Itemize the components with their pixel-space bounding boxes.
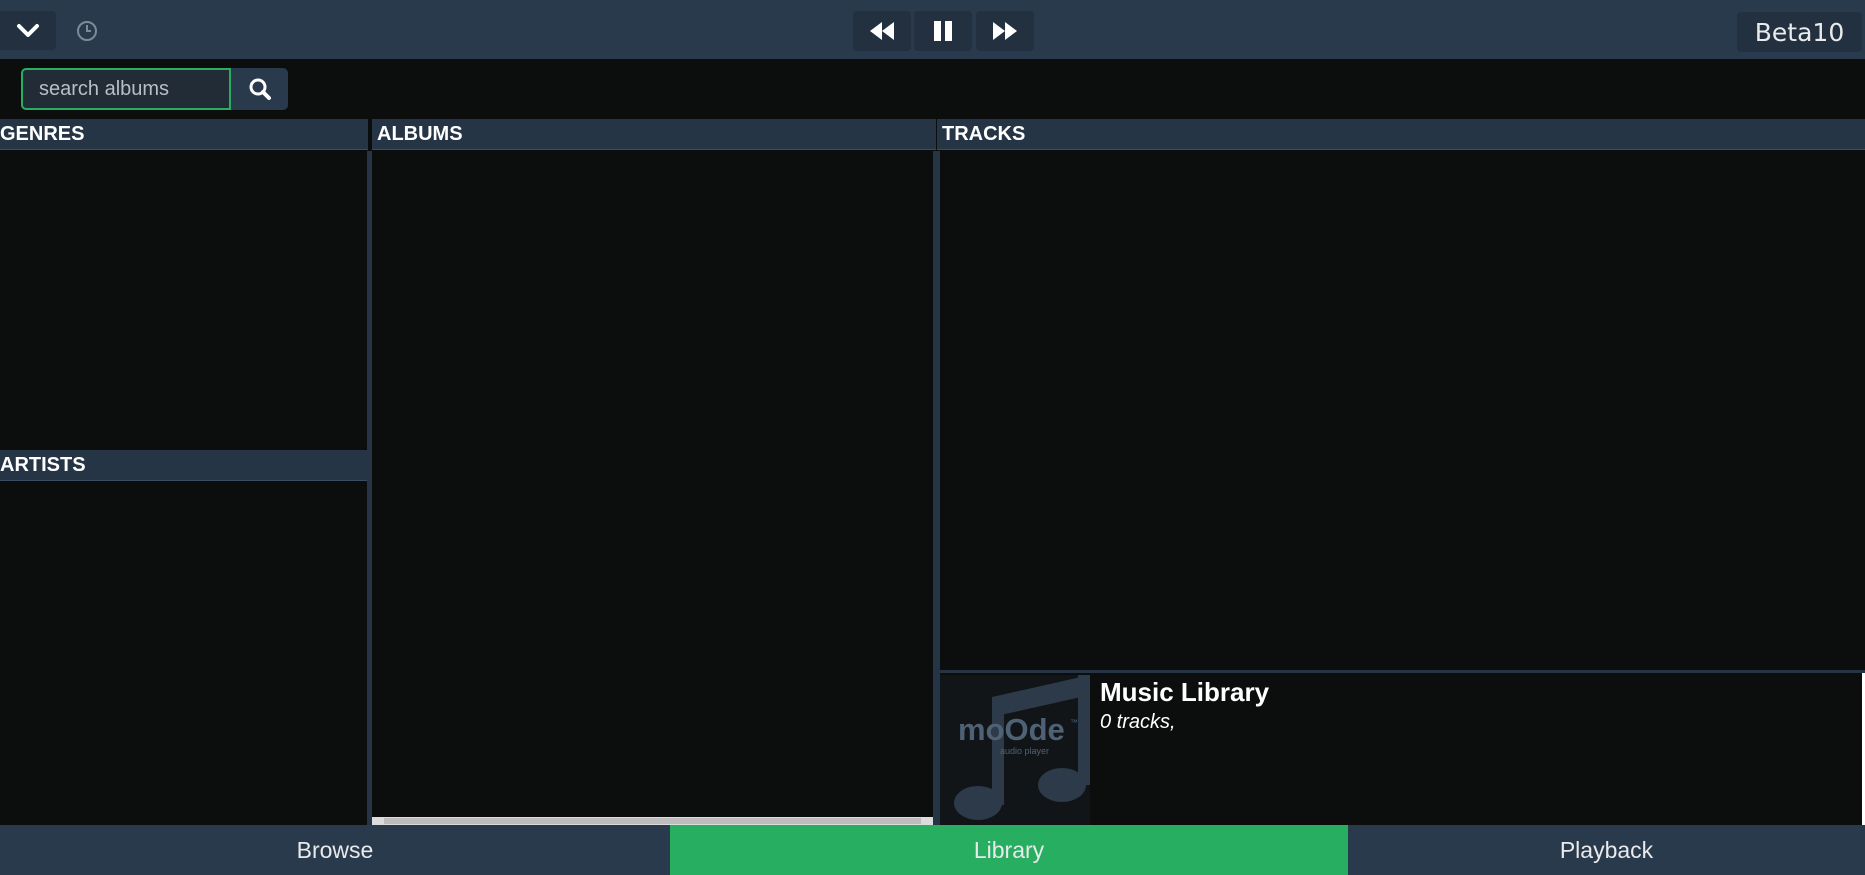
search-icon bbox=[249, 78, 271, 100]
artists-list[interactable] bbox=[0, 482, 367, 824]
chevron-down-icon bbox=[17, 23, 39, 37]
search-row bbox=[0, 59, 1865, 119]
tracks-header: TRACKS bbox=[937, 119, 1865, 150]
bottom-tab-bar: Browse Library Playback bbox=[0, 825, 1865, 875]
version-button[interactable]: Beta10 bbox=[1737, 12, 1862, 52]
artists-header: ARTISTS bbox=[0, 450, 368, 481]
top-menu-bar: Beta10 bbox=[0, 0, 1865, 59]
scrollbar-thumb[interactable] bbox=[384, 818, 921, 824]
logo-subtext: audio player bbox=[1000, 746, 1049, 756]
genres-header: GENRES bbox=[0, 119, 368, 150]
tab-browse[interactable]: Browse bbox=[0, 825, 670, 875]
albums-list[interactable] bbox=[372, 151, 933, 817]
library-title: Music Library bbox=[1100, 677, 1270, 707]
pause-button[interactable] bbox=[914, 11, 972, 51]
next-button[interactable] bbox=[976, 11, 1034, 51]
fast-forward-icon bbox=[993, 22, 1017, 40]
fast-backward-icon bbox=[870, 22, 894, 40]
pause-icon bbox=[934, 21, 952, 41]
search-button[interactable] bbox=[231, 68, 288, 110]
main-menu-button[interactable] bbox=[0, 11, 56, 50]
logo-trademark: ™ bbox=[1070, 718, 1078, 727]
column-divider bbox=[933, 151, 940, 825]
search-input[interactable] bbox=[21, 68, 231, 110]
library-cover-art[interactable]: moOde ™ audio player bbox=[940, 675, 1090, 825]
previous-button[interactable] bbox=[853, 11, 911, 51]
genres-list[interactable] bbox=[0, 151, 367, 449]
clock-icon bbox=[77, 21, 97, 41]
tracks-list[interactable] bbox=[940, 151, 1865, 666]
library-info-panel: moOde ™ audio player Music Library 0 tra… bbox=[940, 670, 1865, 828]
logo-text: moOde bbox=[958, 712, 1065, 747]
library-track-count: 0 tracks, bbox=[1100, 711, 1176, 733]
music-note-logo: moOde ™ audio player bbox=[954, 675, 1090, 820]
tab-playback[interactable]: Playback bbox=[1348, 825, 1865, 875]
tab-library[interactable]: Library bbox=[670, 825, 1348, 875]
albums-horizontal-scrollbar[interactable] bbox=[372, 817, 933, 825]
albums-header: ALBUMS bbox=[372, 119, 936, 150]
clock-button[interactable] bbox=[76, 20, 98, 42]
